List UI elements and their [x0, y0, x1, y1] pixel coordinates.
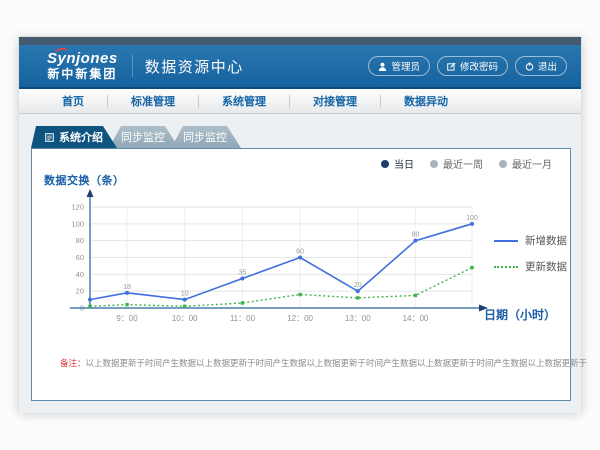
logo-text-en: Synjones	[47, 51, 118, 67]
app-window: Synjones 新中新集团 数据资源中心 管理员 修改密码	[18, 36, 582, 412]
user-label: 管理员	[391, 59, 420, 73]
power-icon	[525, 62, 534, 71]
svg-text:80: 80	[412, 232, 420, 239]
radio-option-2[interactable]: 最近一周	[430, 156, 483, 171]
change-password-button[interactable]: 修改密码	[437, 56, 508, 76]
chart-legend: 新增数据更新数据	[494, 233, 567, 274]
footnote: 备注：以上数据更新于时间产生数据以上数据更新于时间产生数据以上数据更新于时间产生…	[60, 357, 587, 369]
radio-dot-icon	[499, 160, 507, 168]
svg-text:14：00: 14：00	[403, 314, 429, 323]
svg-text:12：00: 12：00	[287, 314, 313, 323]
svg-text:18: 18	[123, 284, 131, 291]
footnote-text: 以上数据更新于时间产生数据以上数据更新于时间产生数据以上数据更新于时间产生数据以…	[86, 358, 588, 368]
header-divider	[132, 55, 133, 77]
legend-item-2[interactable]: 更新数据	[494, 259, 567, 274]
solid-line-icon	[494, 240, 518, 242]
edit-icon	[447, 62, 456, 71]
tab-1[interactable]: 系统介绍	[31, 126, 117, 148]
svg-text:9：00: 9：00	[116, 314, 138, 323]
radio-label: 最近一周	[443, 156, 483, 171]
tab-label: 系统介绍	[59, 129, 103, 145]
nav-item-1[interactable]: 首页	[39, 93, 107, 109]
legend-label: 新增数据	[525, 233, 567, 248]
tab-label: 同步监控	[121, 129, 165, 145]
main-nav: 首页标准管理系统管理对接管理数据异动	[19, 89, 581, 114]
time-range-filter: 当日 最近一周 最近一月	[381, 156, 552, 171]
svg-text:120: 120	[71, 203, 84, 212]
user-icon	[378, 62, 387, 71]
y-axis-title: 数据交换（条）	[44, 172, 125, 188]
svg-text:35: 35	[239, 270, 247, 277]
logout-label: 退出	[538, 59, 557, 73]
user-button[interactable]: 管理员	[368, 56, 430, 76]
svg-text:10: 10	[181, 291, 189, 298]
nav-item-4[interactable]: 对接管理	[290, 93, 380, 109]
line-chart: 0204060801001209：0010：0011：0012：0013：001…	[32, 189, 522, 334]
radio-option-1[interactable]: 当日	[381, 156, 414, 171]
tab-2[interactable]: 同步监控	[107, 126, 179, 148]
legend-label: 更新数据	[525, 259, 567, 274]
logo-text-cn: 新中新集团	[47, 68, 118, 81]
app-header: Synjones 新中新集团 数据资源中心 管理员 修改密码	[19, 45, 581, 89]
window-top-stripe	[19, 37, 581, 45]
radio-dot-icon	[381, 160, 389, 168]
tab-strip: 系统介绍 同步监控 同步监控	[31, 126, 241, 148]
radio-label: 最近一月	[512, 156, 552, 171]
radio-option-3[interactable]: 最近一月	[499, 156, 552, 171]
content-area: 系统介绍同步监控同步监控 当日最近一周最近一月 数据交换（条） 02040608…	[19, 114, 581, 413]
svg-text:60: 60	[296, 249, 304, 256]
chart-panel: 当日最近一周最近一月 数据交换（条） 0204060801001209：0010…	[31, 148, 571, 401]
radio-label: 当日	[394, 156, 414, 171]
legend-item-1[interactable]: 新增数据	[494, 233, 567, 248]
nav-item-2[interactable]: 标准管理	[108, 93, 198, 109]
logout-button[interactable]: 退出	[515, 56, 567, 76]
svg-text:11：00: 11：00	[230, 314, 256, 323]
svg-text:13：00: 13：00	[345, 314, 371, 323]
tab-3[interactable]: 同步监控	[169, 126, 241, 148]
svg-text:60: 60	[76, 253, 84, 262]
change-password-label: 修改密码	[460, 59, 498, 73]
radio-dot-icon	[430, 160, 438, 168]
svg-text:20: 20	[354, 282, 362, 289]
nav-item-3[interactable]: 系统管理	[199, 93, 289, 109]
svg-text:10：00: 10：00	[172, 314, 198, 323]
svg-text:20: 20	[76, 287, 84, 296]
footnote-prefix: 备注：	[60, 358, 86, 368]
svg-text:100: 100	[466, 215, 478, 222]
logo: Synjones 新中新集团	[47, 51, 118, 80]
svg-text:40: 40	[76, 270, 84, 279]
header-actions: 管理员 修改密码 退出	[368, 56, 567, 76]
svg-text:80: 80	[76, 236, 84, 245]
document-icon	[45, 133, 54, 142]
nav-item-5[interactable]: 数据异动	[381, 93, 471, 109]
dotted-line-icon	[494, 266, 518, 268]
page-title: 数据资源中心	[145, 56, 244, 77]
svg-text:100: 100	[71, 219, 84, 228]
tab-label: 同步监控	[183, 129, 227, 145]
x-axis-title: 日期（小时）	[484, 306, 556, 323]
